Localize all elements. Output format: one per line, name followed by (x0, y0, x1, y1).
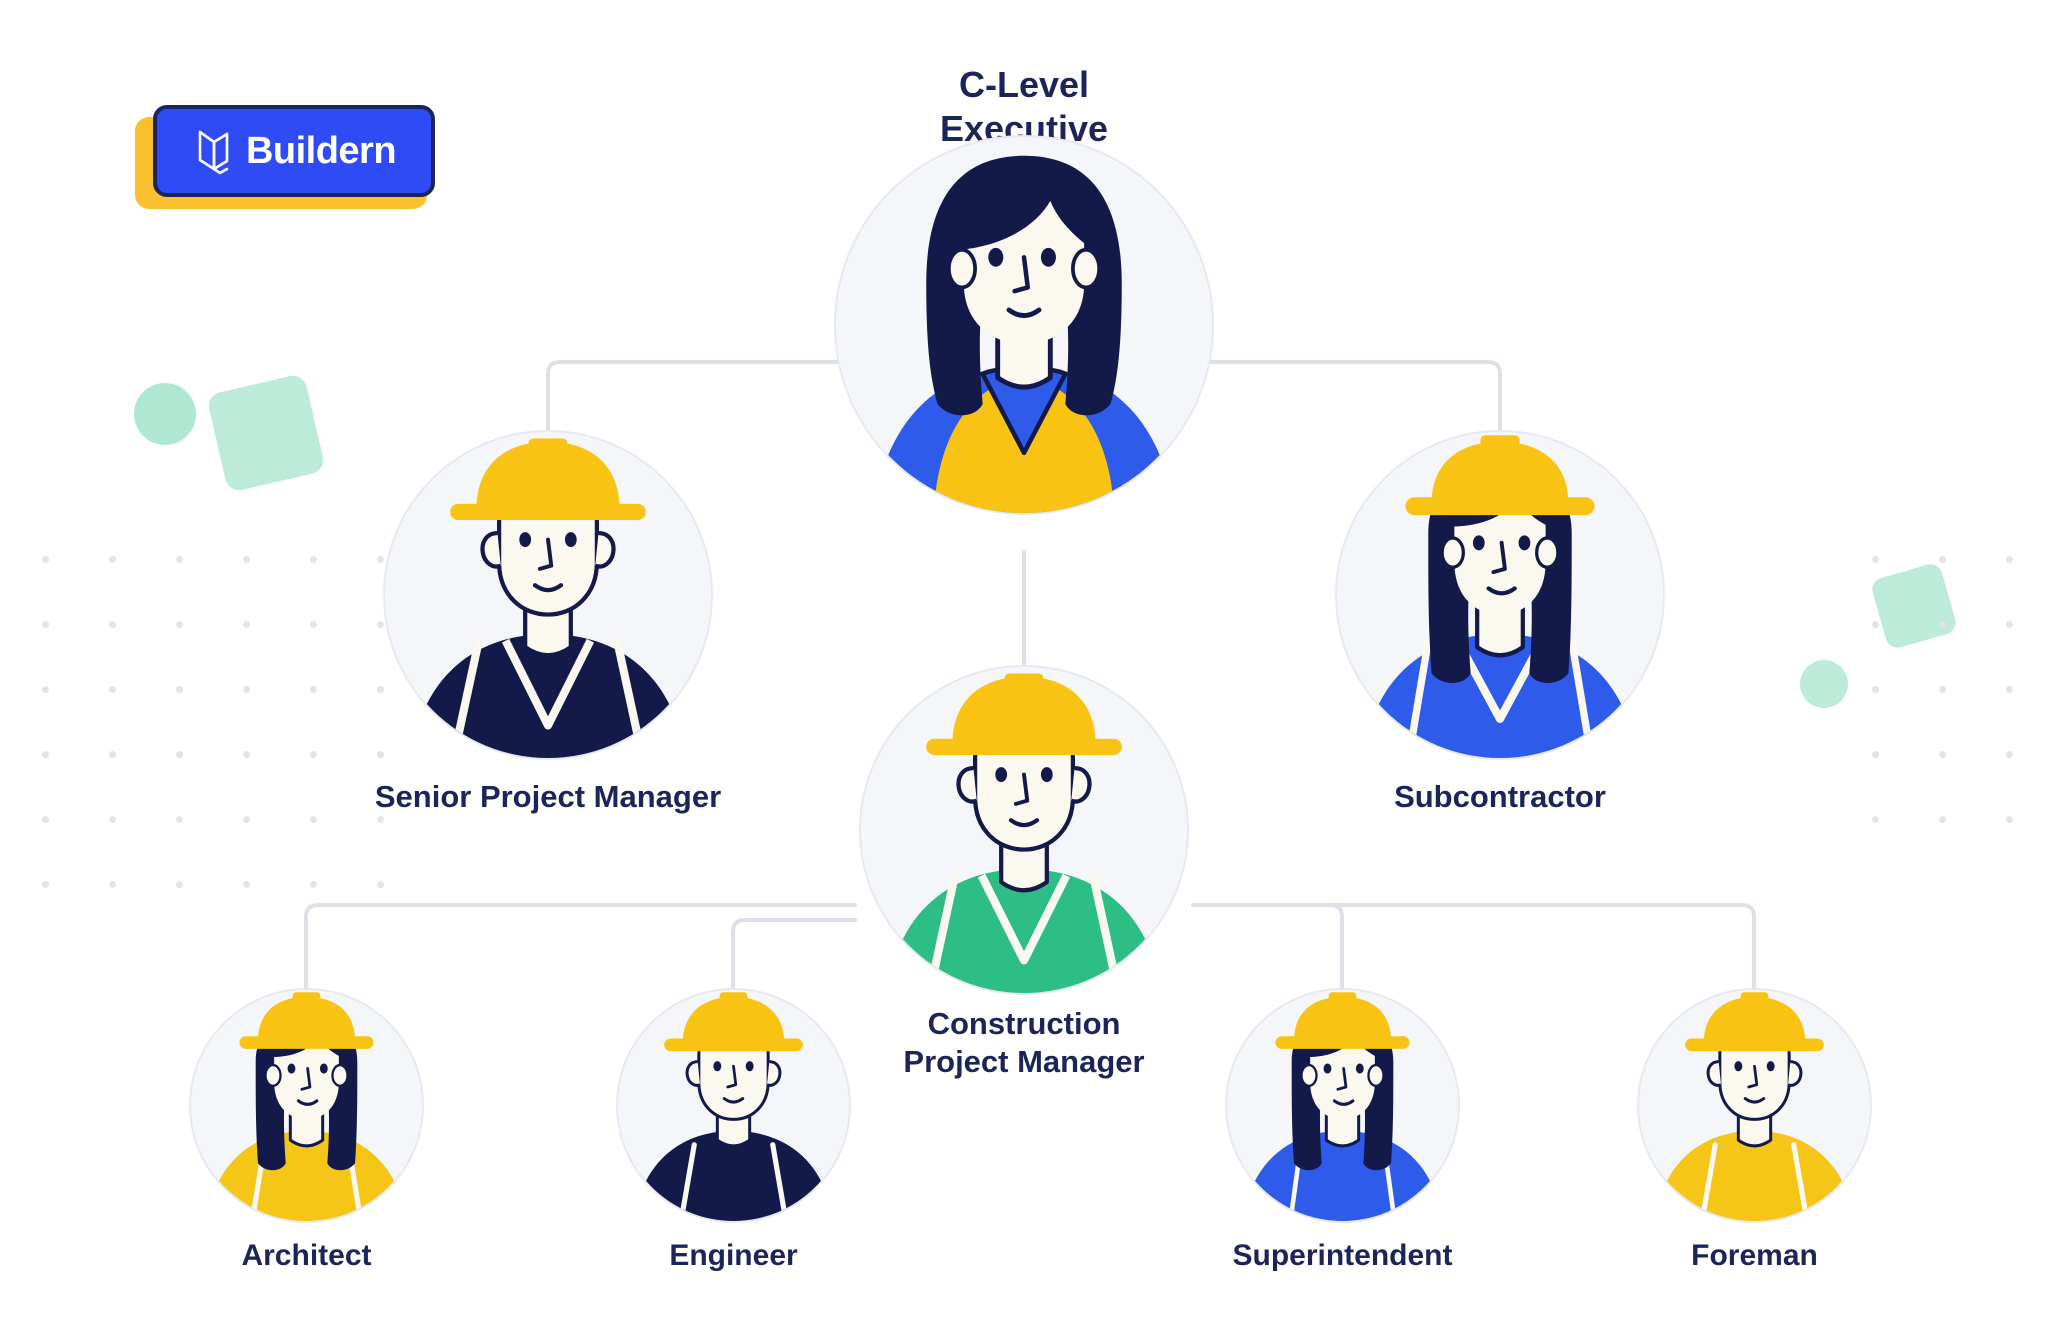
subcontractor-avatar (1335, 430, 1665, 760)
org-node-arch[interactable]: Architect (189, 988, 424, 1272)
org-node-sub[interactable]: Subcontractor (1335, 430, 1665, 814)
org-chart-canvas: Buildern C-Level Executive Senior Projec… (0, 0, 2048, 1335)
org-node-label-cpm: Construction Project Manager (903, 1006, 1145, 1079)
org-node-label-sub: Subcontractor (1394, 779, 1606, 814)
org-node-spm[interactable]: Senior Project Manager (375, 430, 721, 814)
executive-woman-avatar (834, 135, 1214, 515)
org-node-exec[interactable]: C-Level Executive (834, 64, 1214, 515)
org-node-label-spm: Senior Project Manager (374, 779, 722, 814)
construction-project-manager-avatar (859, 665, 1189, 995)
buildern-cube-icon (198, 130, 229, 175)
logo-wordmark: Buildern (245, 129, 397, 172)
org-node-eng[interactable]: Engineer (616, 988, 851, 1272)
org-node-cpm[interactable]: Construction Project Manager (859, 665, 1189, 1079)
org-node-super[interactable]: Superintendent (1225, 988, 1460, 1272)
org-node-label-fore: Foreman (1691, 1239, 1818, 1272)
senior-project-manager-avatar (383, 430, 713, 760)
architect-avatar (189, 988, 424, 1223)
org-node-label-eng: Engineer (669, 1239, 798, 1272)
superintendent-avatar (1225, 988, 1460, 1223)
org-node-label-arch: Architect (241, 1239, 372, 1272)
engineer-avatar (616, 988, 851, 1223)
org-node-fore[interactable]: Foreman (1637, 988, 1872, 1272)
foreman-avatar (1637, 988, 1872, 1223)
logo-badge: Buildern (153, 105, 435, 197)
buildern-logo[interactable]: Buildern (135, 105, 435, 210)
org-node-label-super: Superintendent (1232, 1239, 1453, 1272)
